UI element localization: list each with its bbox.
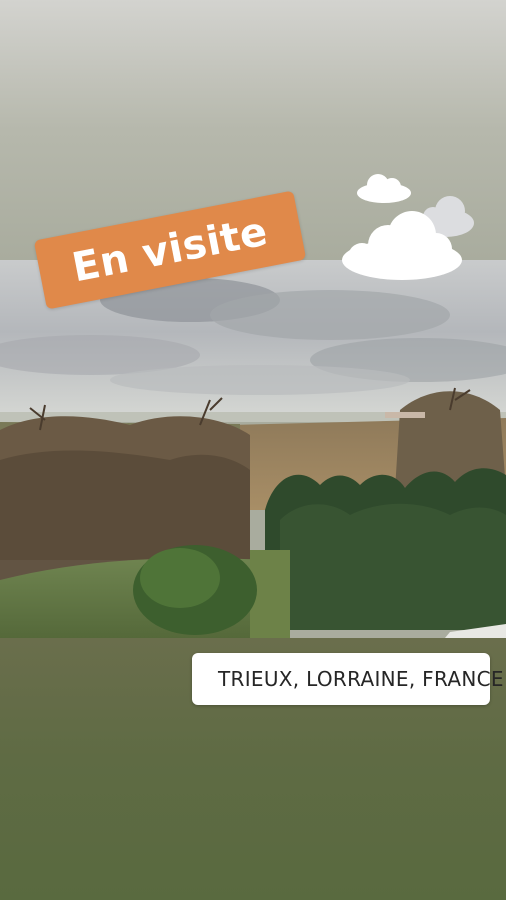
location-sticker[interactable]: TRIEUX, LORRAINE, FRANCE [192,653,503,705]
landscape-photo [0,260,506,638]
location-text: TRIEUX, LORRAINE, FRANCE [218,667,504,691]
clouds-icon[interactable] [340,165,480,283]
story-canvas: En visite TRIEUX, LORRAINE, FRANCE [0,0,506,900]
